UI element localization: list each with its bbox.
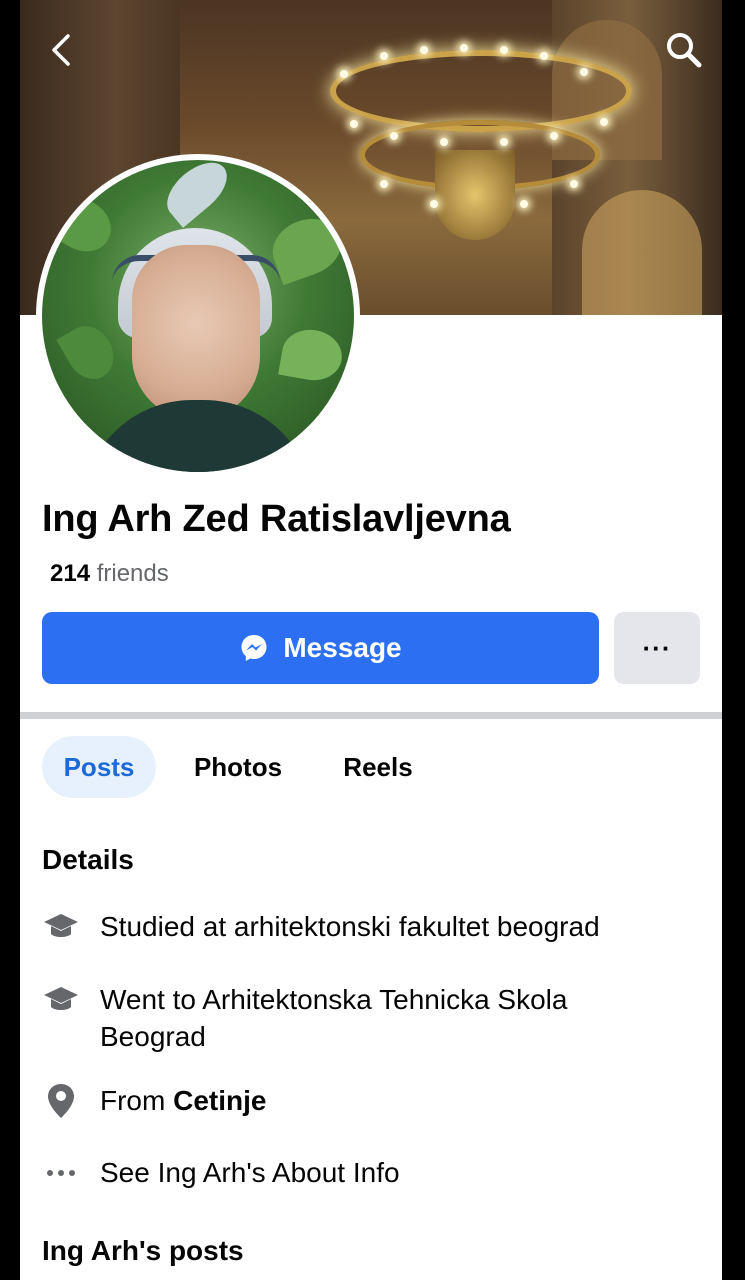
more-dots-icon: ···	[642, 632, 672, 663]
friends-label: friends	[96, 560, 169, 587]
detail-from-city: Cetinje	[173, 1085, 267, 1116]
tab-reels[interactable]: Reels	[332, 736, 424, 798]
tab-posts[interactable]: Posts	[42, 736, 156, 798]
search-button[interactable]	[662, 28, 706, 72]
tab-photos[interactable]: Photos	[182, 736, 294, 798]
message-label: Message	[283, 632, 402, 663]
details-heading: Details	[42, 844, 134, 875]
graduation-cap-icon	[44, 914, 78, 937]
section-divider	[20, 712, 722, 719]
profile-name: Ing Arh Zed Ratislavljevna	[42, 498, 511, 540]
detail-from-text: From Cetinje	[100, 1082, 266, 1119]
friends-number: 214	[50, 560, 91, 587]
detail-from[interactable]: From Cetinje	[42, 1082, 702, 1120]
search-icon	[667, 33, 702, 68]
profile-picture[interactable]	[36, 154, 360, 478]
back-button[interactable]	[40, 28, 84, 72]
detail-about-info[interactable]: See Ing Arh's About Info	[42, 1154, 702, 1192]
detail-studied[interactable]: Studied at arhitektonski fakultet beogra…	[42, 908, 702, 946]
more-options-button[interactable]: ···	[614, 612, 700, 684]
profile-screen: Ing Arh Zed Ratislavljevna 214 friends M…	[20, 0, 722, 1280]
detail-about-info-text: See Ing Arh's About Info	[100, 1157, 400, 1188]
detail-went-to[interactable]: Went to Arhitektonska Tehnicka Skola Beo…	[42, 981, 702, 1055]
messenger-icon	[241, 635, 267, 661]
location-pin-icon	[48, 1084, 74, 1118]
message-button[interactable]: Message	[42, 612, 599, 684]
chevron-left-icon	[52, 34, 70, 66]
more-dots-icon	[47, 1170, 75, 1176]
cover-chandelier	[320, 40, 632, 240]
avatar-face	[132, 245, 260, 420]
avatar	[42, 160, 354, 472]
detail-from-prefix: From	[100, 1085, 174, 1116]
posts-heading: Ing Arh's posts	[42, 1235, 244, 1266]
friends-count[interactable]: 214 friends	[50, 560, 169, 588]
detail-went-to-text: Went to Arhitektonska Tehnicka Skola Beo…	[100, 984, 568, 1052]
graduation-cap-icon	[44, 987, 78, 1010]
detail-studied-text: Studied at arhitektonski fakultet beogra…	[100, 911, 600, 942]
